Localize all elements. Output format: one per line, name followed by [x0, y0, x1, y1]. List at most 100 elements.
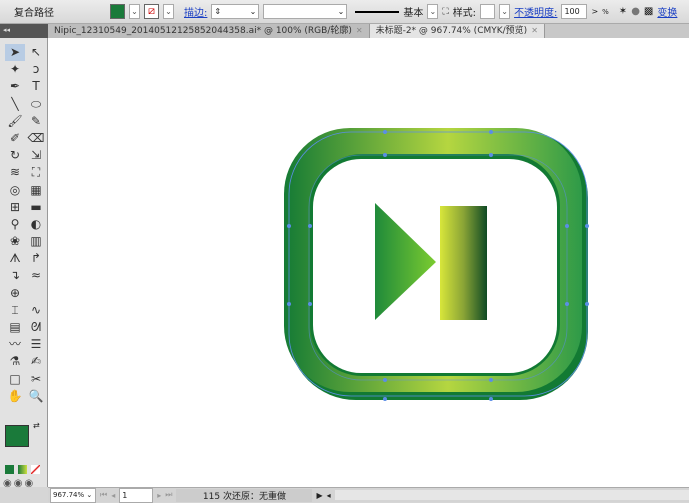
- paintbrush-tool[interactable]: 🖌: [5, 113, 25, 130]
- ring-inner: [313, 159, 557, 373]
- tab-label: 未标题-2* @ 967.74% (CMYK/预览): [375, 26, 528, 36]
- brush-label: 基本: [403, 8, 424, 19]
- stroke-dropdown[interactable]: ⌄: [163, 4, 174, 19]
- next-page-button[interactable]: ▸: [157, 491, 161, 500]
- lasso-tool[interactable]: ↄ: [26, 61, 46, 78]
- gradient-mode-icon[interactable]: [18, 465, 27, 474]
- style-dropdown[interactable]: ⌄: [499, 4, 511, 19]
- magic-wand-tool[interactable]: ✦: [5, 61, 25, 78]
- last-page-button[interactable]: ⏭: [165, 490, 172, 500]
- style-swatch[interactable]: [480, 4, 496, 19]
- hand-tool[interactable]: ✋: [5, 388, 25, 405]
- draw-inside-icon[interactable]: ◉: [24, 478, 33, 489]
- selection-tool[interactable]: ➤: [5, 44, 25, 62]
- style-label: 样式:: [452, 8, 477, 19]
- color-mode-icon[interactable]: [5, 465, 14, 474]
- draw-behind-icon[interactable]: ◉: [14, 478, 23, 489]
- status-message: 115 次还原：无重做: [176, 488, 313, 502]
- transform-link[interactable]: 变换: [657, 4, 677, 19]
- column-graph-tool[interactable]: ▥: [26, 233, 46, 250]
- symbol-sprayer-tool[interactable]: ❀: [5, 233, 25, 250]
- custom-b-tool[interactable]: ↱: [26, 250, 46, 267]
- custom-a-tool[interactable]: ᗑ: [5, 250, 25, 267]
- tab-untitled-2[interactable]: 未标题-2* @ 967.74% (CMYK/预览) ✕: [369, 24, 545, 38]
- fill-color-box[interactable]: [5, 425, 29, 447]
- artboard-tool[interactable]: □: [5, 371, 25, 388]
- recolor-icon[interactable]: ✶: [619, 6, 627, 17]
- tab-nipic[interactable]: Nipic_12310549_20140512125852044358.ai* …: [48, 24, 370, 38]
- gradient-tool[interactable]: ▬: [26, 199, 46, 216]
- close-icon[interactable]: ✕: [531, 26, 538, 35]
- pen-bar-tool[interactable]: ✍: [26, 353, 46, 370]
- direct-selection-tool[interactable]: ↖: [26, 44, 46, 61]
- prev-page-button[interactable]: ◂: [111, 491, 115, 500]
- fill-swatch[interactable]: [110, 4, 125, 19]
- horizontal-scrollbar[interactable]: [334, 490, 689, 500]
- align-icon[interactable]: ⛶: [442, 7, 448, 17]
- draw-normal-icon[interactable]: ◉: [3, 478, 12, 489]
- skip-bar[interactable]: [440, 206, 487, 320]
- close-icon[interactable]: ✕: [356, 26, 363, 35]
- stroke-link[interactable]: 描边:: [184, 4, 207, 19]
- toolbar-collapse[interactable]: ◂◂: [0, 24, 48, 38]
- type-tool[interactable]: T: [26, 78, 46, 95]
- fill-dropdown[interactable]: ⌄: [129, 4, 140, 19]
- mesh-tool[interactable]: ⊞: [5, 199, 25, 216]
- brush-dropdown[interactable]: ⌄: [427, 4, 439, 19]
- squiggle-tool[interactable]: 〰: [5, 336, 25, 353]
- stroke-weight-input[interactable]: ⇕ ⌄: [211, 4, 260, 19]
- line-segment-tool[interactable]: ╲: [5, 96, 25, 113]
- slice-tool[interactable]: ✂: [26, 371, 46, 388]
- pen-tool[interactable]: ✒: [5, 78, 25, 95]
- ellipse-tool[interactable]: ⬭: [26, 96, 46, 113]
- opacity-input[interactable]: 100: [561, 4, 588, 19]
- scale-tool[interactable]: ⇲: [26, 147, 46, 164]
- opacity-link[interactable]: 不透明度:: [514, 4, 557, 19]
- none-mode-icon[interactable]: [31, 465, 40, 474]
- object-type-label: 复合路径: [14, 8, 54, 19]
- page-select[interactable]: 1: [119, 487, 154, 503]
- warp-tool[interactable]: ≋: [5, 164, 25, 181]
- tab-label: Nipic_12310549_20140512125852044358.ai* …: [54, 26, 352, 36]
- blend-tool[interactable]: ◐: [26, 216, 46, 233]
- tools-panel: ➤ ↖ ✦ ↄ ✒ T ╲ ⬭ 🖌 ✎ ✐ ⌫ ↻ ⇲ ≋ ⛶ ◎ ▦ ⊞ ▬ ⚲ ◐ ❀ ▥ ᗑ ↱ ↴ ≈ ⊕ ⌶ ∿ ▤ ᘛ 〰 ☰ ⚗ ✍ □ ✂ ✋…: [0, 38, 48, 487]
- zoom-tool[interactable]: 🔍: [26, 388, 46, 405]
- dropper-bar-tool[interactable]: ⚗: [5, 353, 25, 370]
- eyedropper-tool[interactable]: ⚲: [5, 216, 25, 233]
- rotate-tool[interactable]: ↻: [5, 147, 25, 164]
- stroke-swatch[interactable]: ⧄: [144, 4, 159, 19]
- custom-c-tool[interactable]: ↴: [5, 267, 25, 284]
- crosshair-tool[interactable]: ⊕: [5, 285, 25, 302]
- artwork[interactable]: [48, 38, 689, 487]
- variable-width-profile[interactable]: ⌄: [263, 4, 348, 19]
- scroll-left-button[interactable]: ◂: [327, 491, 331, 500]
- swap-icon[interactable]: ⇄: [33, 421, 40, 430]
- isolate-icon[interactable]: ▩: [644, 6, 653, 17]
- first-page-button[interactable]: ⏮: [100, 490, 107, 500]
- perspective-grid-tool[interactable]: ▦: [26, 182, 46, 199]
- page-value: 1: [122, 490, 128, 500]
- empty-tool: [26, 285, 46, 302]
- globe-icon[interactable]: ●: [631, 6, 640, 17]
- zoom-value: 967.74%: [53, 490, 85, 499]
- wave-tool[interactable]: ∿: [26, 302, 46, 319]
- eraser-tool[interactable]: ⌫: [26, 130, 46, 147]
- artboard-canvas[interactable]: [48, 38, 689, 487]
- status-menu-arrow[interactable]: ▶: [316, 491, 322, 500]
- status-bar: 967.74% ⌄ ⏮ ◂ 1 ▸ ⏭ 115 次还原：无重做 ▶ ◂: [48, 487, 689, 503]
- shape-builder-tool[interactable]: ◎: [5, 182, 25, 199]
- document-tabs: Nipic_12310549_20140512125852044358.ai* …: [48, 24, 689, 38]
- chameleon-tool[interactable]: ᘛ: [26, 319, 46, 336]
- list-tool[interactable]: ☰: [26, 336, 46, 353]
- grid-tool[interactable]: ▤: [5, 319, 25, 336]
- zoom-select[interactable]: 967.74% ⌄: [50, 487, 96, 503]
- control-bar: 复合路径 ⌄ ⧄ ⌄ 描边: ⇕ ⌄ ⌄ 基本 ⌄ ⛶ 样式: ⌄ 不透明度: …: [0, 0, 689, 24]
- percent-label: %: [602, 7, 609, 16]
- envelope-tool[interactable]: ⌶: [5, 302, 25, 319]
- custom-d-tool[interactable]: ≈: [26, 267, 46, 284]
- blob-brush-tool[interactable]: ✐: [5, 130, 25, 147]
- brush-stroke-line[interactable]: [355, 10, 400, 13]
- pencil-tool[interactable]: ✎: [26, 113, 46, 130]
- free-transform-tool[interactable]: ⛶: [26, 164, 46, 181]
- opacity-arrow[interactable]: >: [591, 7, 598, 16]
